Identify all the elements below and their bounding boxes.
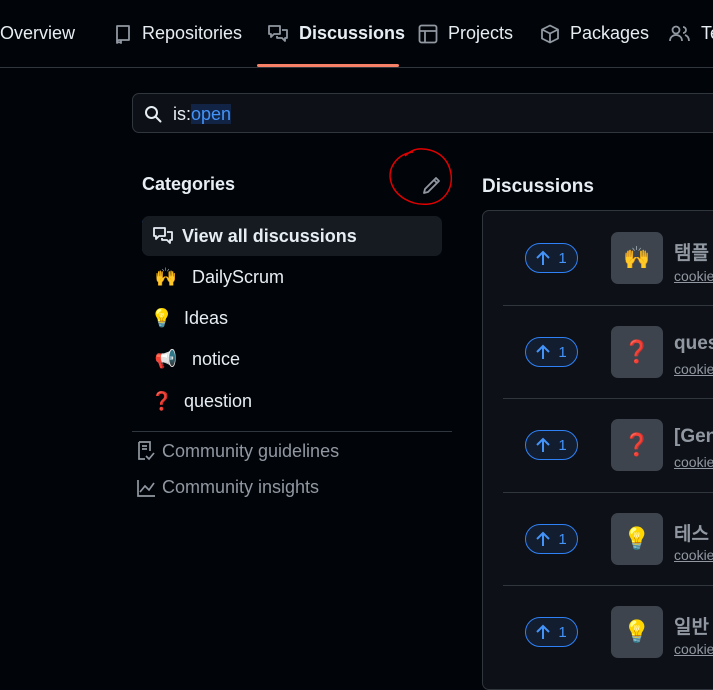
upvote-button[interactable]: 1 — [525, 243, 578, 273]
upvote-button[interactable]: 1 — [525, 337, 578, 367]
row-divider — [503, 492, 713, 493]
arrow-up-icon — [536, 437, 551, 452]
people-icon — [669, 25, 690, 41]
category-label: Ideas — [184, 307, 229, 328]
discussions-icon — [153, 227, 173, 244]
tab-label-overview: Overview — [0, 23, 76, 43]
community-guidelines-link[interactable]: Community guidelines — [136, 440, 339, 462]
discussion-row[interactable]: 1 🙌 탬플 cookie — [503, 212, 713, 305]
tab-label-projects: Projects — [448, 23, 514, 43]
vote-count: 1 — [558, 623, 567, 641]
discussion-row[interactable]: 1 ❓ [Gen cookie — [503, 398, 713, 491]
discussion-author[interactable]: cookie — [674, 454, 713, 470]
vote-count: 1 — [558, 530, 567, 548]
discussion-title[interactable]: 탬플 — [674, 238, 709, 265]
tab-overview[interactable]: Overview — [0, 0, 75, 67]
vote-count: 1 — [558, 436, 567, 454]
category-avatar: 🙌 — [611, 232, 663, 284]
categories-title: Categories — [142, 174, 236, 194]
category-avatar: ❓ — [611, 419, 663, 471]
discussion-row[interactable]: 1 ❓ ques cookie — [503, 305, 713, 398]
upvote-button[interactable]: 1 — [525, 617, 578, 647]
table-icon — [418, 24, 438, 43]
search-qualifier: is: — [173, 104, 191, 124]
search-qualifier-value: open — [191, 104, 232, 124]
tab-repositories[interactable]: Repositories — [114, 0, 242, 67]
category-view-all[interactable]: View all discussions — [142, 216, 442, 256]
category-avatar: ❓ — [611, 326, 663, 378]
discussion-title[interactable]: 테스 — [674, 519, 709, 546]
community-insights-label: Community insights — [162, 477, 320, 497]
tab-label-teams: Te — [701, 23, 713, 43]
question-mark-icon: ❓ — [150, 390, 174, 411]
search-icon — [145, 106, 162, 123]
upvote-button[interactable]: 1 — [525, 430, 578, 460]
tab-projects[interactable]: Projects — [418, 0, 513, 67]
community-guidelines-label: Community guidelines — [162, 440, 340, 461]
category-label: DailyScrum — [192, 266, 285, 287]
package-icon — [541, 24, 559, 43]
discussion-title[interactable]: [Gen — [674, 426, 713, 448]
graph-icon — [137, 479, 155, 497]
category-label: notice — [192, 348, 241, 369]
category-label: View all discussions — [182, 225, 357, 246]
category-question[interactable]: ❓ question — [142, 381, 450, 421]
category-avatar: 💡 — [611, 513, 663, 565]
megaphone-icon: 📢 — [154, 348, 178, 369]
tab-label-repositories: Repositories — [142, 23, 243, 43]
repo-nav: Overview Repositories Discussions Projec… — [0, 0, 713, 68]
category-avatar: 💡 — [611, 606, 663, 658]
tab-discussions[interactable]: Discussions — [267, 0, 405, 67]
annotation-circle — [389, 148, 453, 205]
discussions-icon — [268, 24, 288, 42]
row-divider — [503, 305, 713, 306]
tab-packages[interactable]: Packages — [540, 0, 649, 67]
raising-hands-icon: 🙌 — [154, 266, 178, 287]
vote-count: 1 — [558, 343, 567, 361]
repo-icon — [116, 24, 130, 44]
discussion-row[interactable]: 1 💡 일반 cookie — [503, 585, 713, 678]
community-insights-link[interactable]: Community insights — [136, 477, 319, 498]
category-notice[interactable]: 📢 notice — [142, 339, 454, 379]
sidebar-divider — [132, 431, 452, 432]
discussion-title[interactable]: ques — [674, 333, 713, 355]
arrow-up-icon — [536, 344, 551, 359]
search-input[interactable]: is:open — [132, 93, 713, 133]
lightbulb-icon: 💡 — [150, 307, 174, 328]
checklist-icon — [138, 441, 155, 461]
row-divider — [503, 585, 713, 586]
category-dailyscrum[interactable]: 🙌 DailyScrum — [142, 257, 454, 297]
discussion-row[interactable]: 1 💡 테스 cookie — [503, 492, 713, 585]
arrow-up-icon — [536, 531, 551, 546]
tab-teams[interactable]: Te — [669, 0, 713, 67]
vote-count: 1 — [558, 249, 567, 267]
discussion-author[interactable]: cookie — [674, 268, 713, 284]
discussion-author[interactable]: cookie — [674, 547, 713, 563]
tab-label-discussions: Discussions — [299, 23, 406, 43]
discussion-title[interactable]: 일반 — [674, 612, 709, 639]
category-label: question — [184, 390, 253, 411]
arrow-up-icon — [536, 250, 551, 265]
discussion-author[interactable]: cookie — [674, 641, 713, 657]
selected-tab-underline — [257, 64, 399, 67]
discussions-heading: Discussions — [482, 176, 594, 197]
category-ideas[interactable]: 💡 Ideas — [142, 298, 450, 338]
tab-label-packages: Packages — [570, 23, 650, 43]
discussion-author[interactable]: cookie — [674, 361, 713, 377]
search-query: is:open — [173, 104, 232, 125]
arrow-up-icon — [536, 624, 551, 639]
upvote-button[interactable]: 1 — [525, 524, 578, 554]
row-divider — [503, 398, 713, 399]
